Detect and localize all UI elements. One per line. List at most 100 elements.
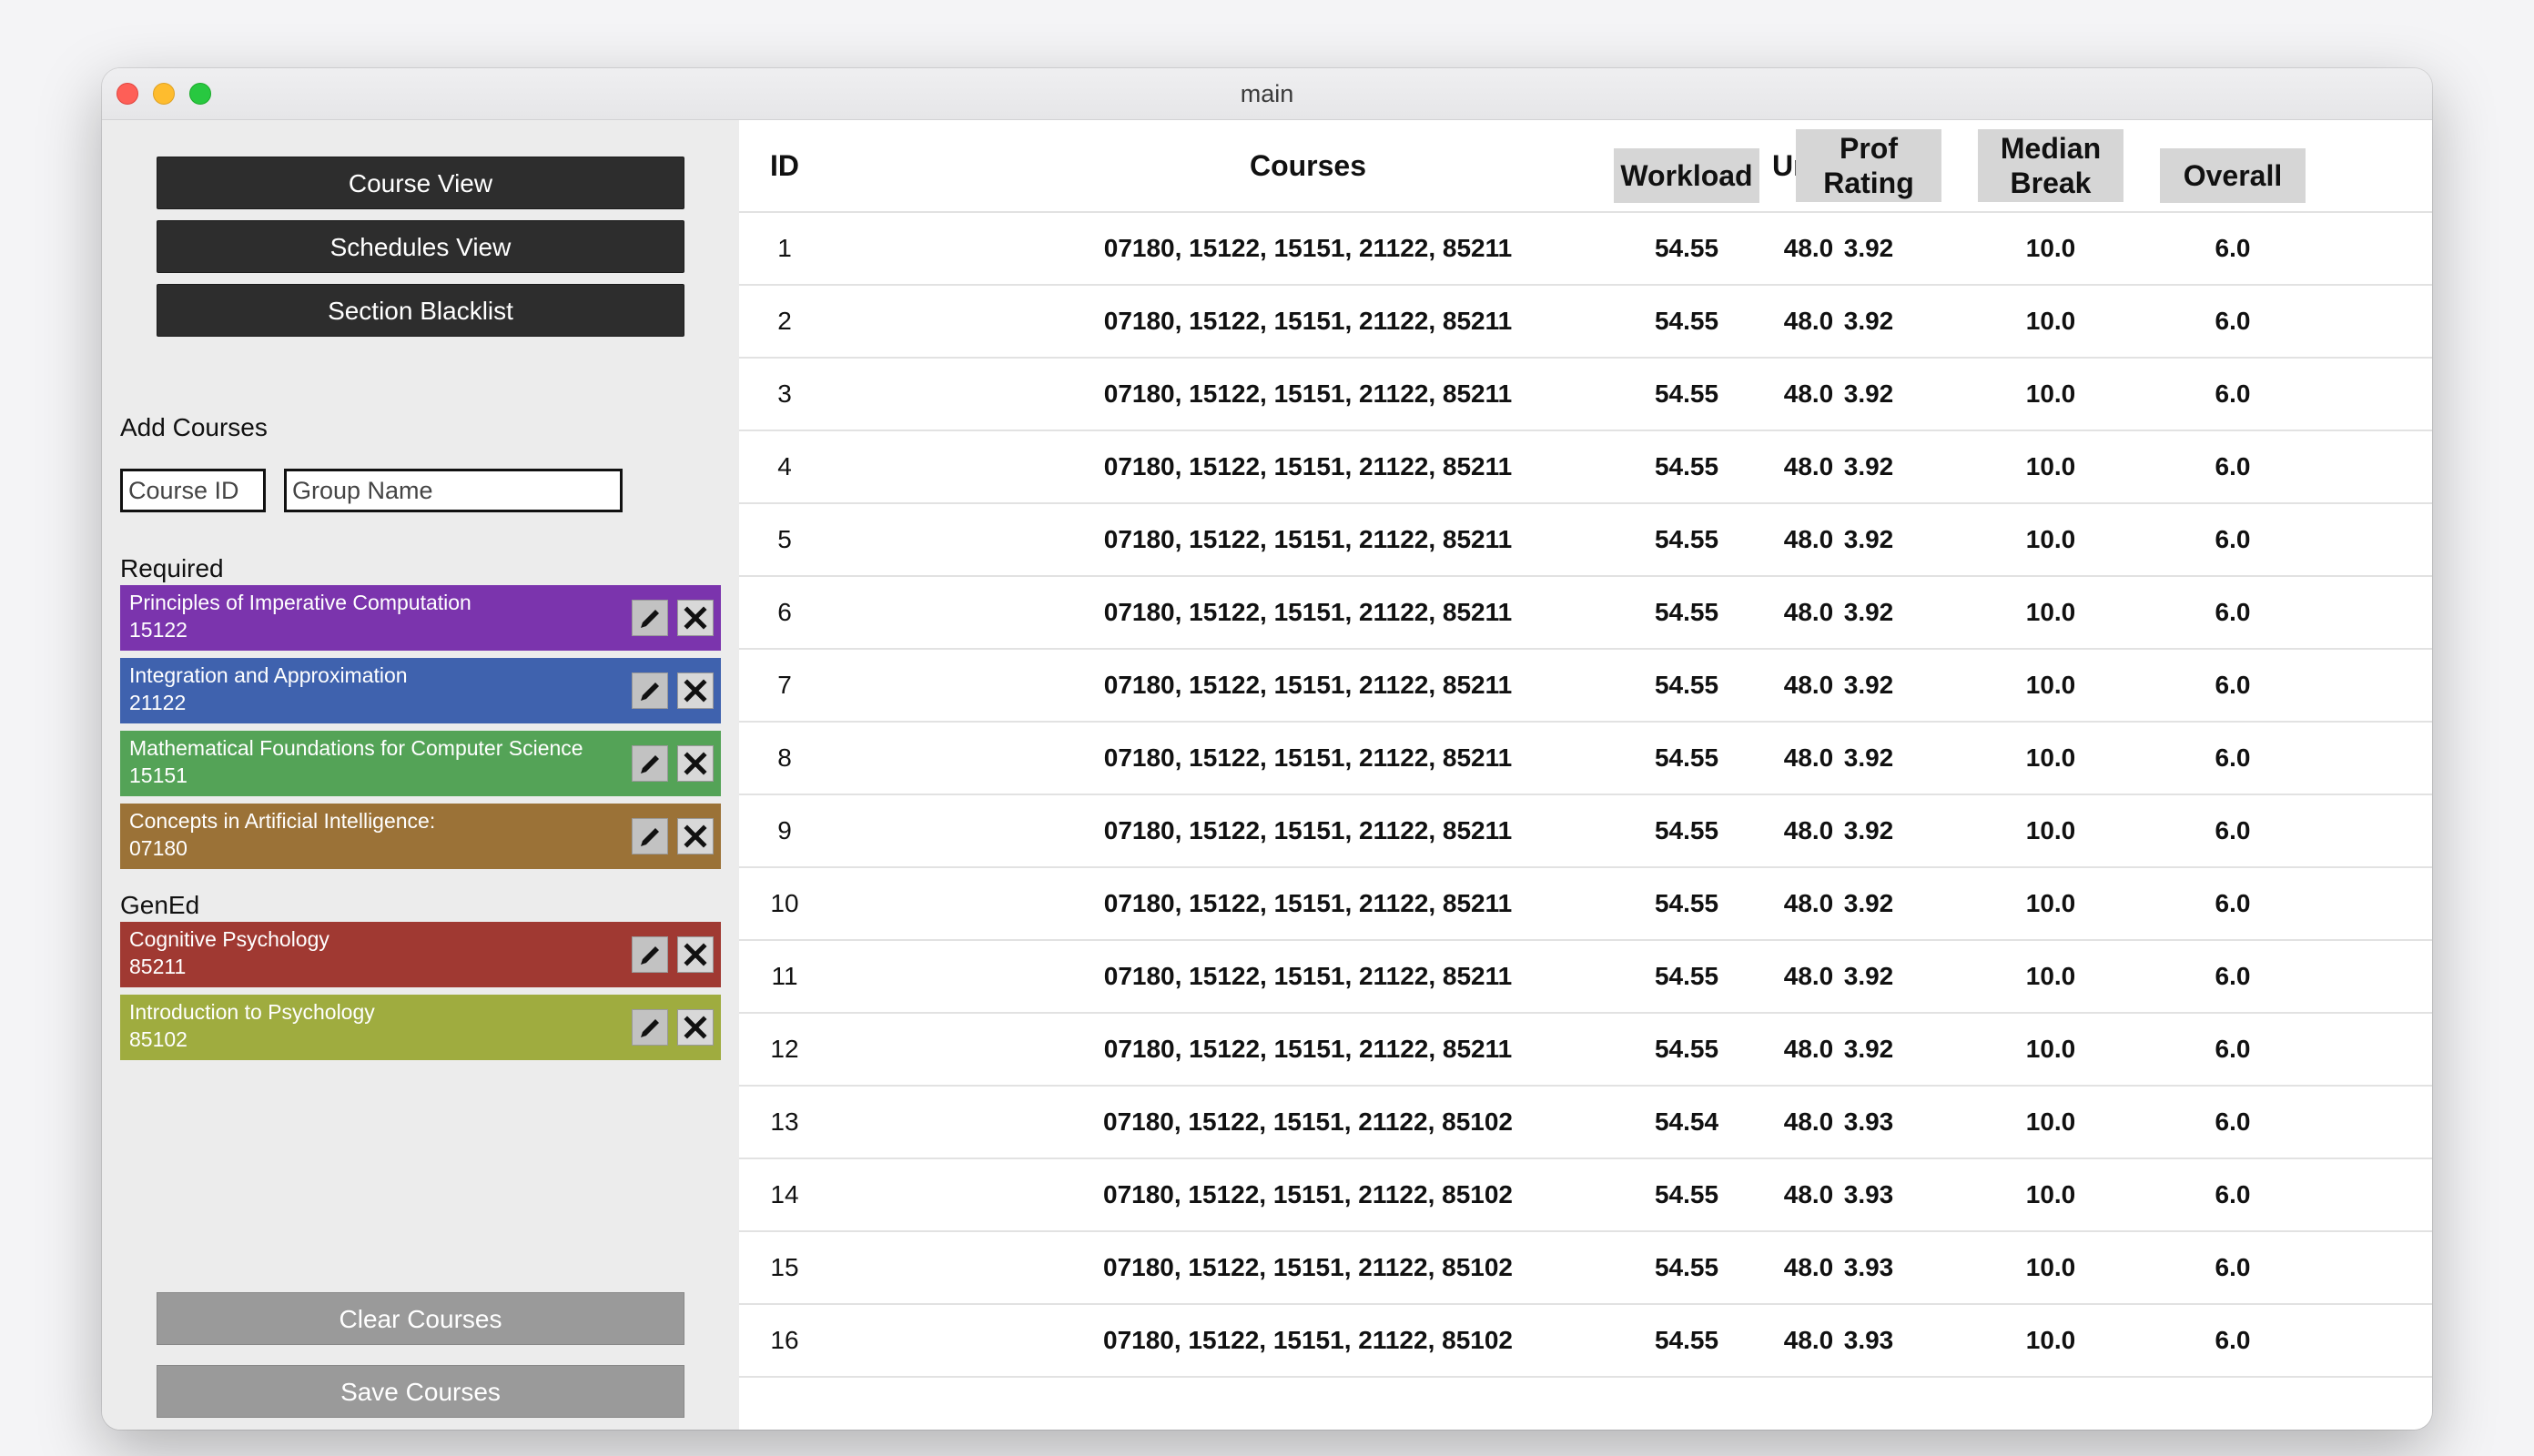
cell-overall: 6.0 (2215, 379, 2251, 408)
course-card[interactable]: Principles of Imperative Computation 1512… (120, 585, 721, 651)
cell-prof-rating: 3.93 (1843, 1253, 1894, 1281)
cell-median-break: 10.0 (2025, 1326, 2076, 1354)
course-view-button[interactable]: Course View (157, 157, 684, 209)
table-row[interactable]: 2 07180, 15122, 15151, 21122, 85211 48.0 54… (739, 284, 2432, 357)
cell-courses: 07180, 15122, 15151, 21122, 85102 (1103, 1180, 1513, 1208)
remove-course-button[interactable] (677, 936, 714, 973)
cell-median-break: 10.0 (2025, 1180, 2076, 1208)
table-row[interactable]: 3 07180, 15122, 15151, 21122, 85211 48.0 54… (739, 357, 2432, 430)
table-bottom-border (739, 1376, 2432, 1378)
edit-course-button[interactable] (632, 672, 668, 709)
course-name: Integration and Approximation (129, 663, 408, 687)
cell-median-break: 10.0 (2025, 889, 2076, 917)
cell-prof-rating: 3.92 (1843, 598, 1894, 626)
cell-workload: 54.55 (1654, 743, 1719, 772)
remove-course-button[interactable] (677, 672, 714, 709)
cell-overall: 6.0 (2215, 743, 2251, 772)
cell-courses: 07180, 15122, 15151, 21122, 85211 (1103, 234, 1513, 262)
remove-course-button[interactable] (677, 818, 714, 854)
cell-workload: 54.55 (1654, 234, 1719, 262)
cell-overall: 6.0 (2215, 1253, 2251, 1281)
cell-id: 7 (777, 671, 792, 699)
cell-id: 10 (770, 889, 799, 917)
table-row[interactable]: 5 07180, 15122, 15151, 21122, 85211 48.0 54… (739, 502, 2432, 575)
edit-course-button[interactable] (632, 745, 668, 782)
edit-course-button[interactable] (632, 1009, 668, 1046)
cell-workload: 54.55 (1654, 1180, 1719, 1208)
course-card[interactable]: Mathematical Foundations for Computer Sc… (120, 731, 721, 796)
cell-overall: 6.0 (2215, 1107, 2251, 1136)
table-row[interactable]: 14 07180, 15122, 15151, 21122, 85102 48.0 5… (739, 1158, 2432, 1230)
remove-course-button[interactable] (677, 1009, 714, 1046)
cell-id: 8 (777, 743, 792, 772)
clear-courses-button[interactable]: Clear Courses (157, 1292, 684, 1345)
group-label-gened: GenEd (120, 891, 200, 919)
cell-median-break: 10.0 (2025, 452, 2076, 480)
header-workload[interactable]: Workload (1614, 148, 1759, 203)
table-row[interactable]: 15 07180, 15122, 15151, 21122, 85102 48.0 5… (739, 1230, 2432, 1303)
table-row[interactable]: 16 07180, 15122, 15151, 21122, 85102 48.0 5… (739, 1303, 2432, 1376)
remove-course-button[interactable] (677, 745, 714, 782)
cell-courses: 07180, 15122, 15151, 21122, 85211 (1103, 525, 1513, 553)
course-id: 15151 (129, 763, 188, 787)
cell-workload: 54.55 (1654, 525, 1719, 553)
cell-overall: 6.0 (2215, 962, 2251, 990)
course-id: 21122 (129, 691, 187, 714)
section-blacklist-button[interactable]: Section Blacklist (157, 284, 684, 337)
cell-median-break: 10.0 (2025, 525, 2076, 553)
cell-id: 15 (770, 1253, 799, 1281)
group-name-input[interactable] (284, 469, 623, 512)
cell-workload: 54.55 (1654, 598, 1719, 626)
save-courses-button[interactable]: Save Courses (157, 1365, 684, 1418)
course-id-input[interactable] (120, 469, 266, 512)
header-id[interactable]: ID (757, 148, 812, 183)
schedules-view-button[interactable]: Schedules View (157, 220, 684, 273)
remove-course-button[interactable] (677, 600, 714, 636)
table-row[interactable]: 8 07180, 15122, 15151, 21122, 85211 48.0 54… (739, 721, 2432, 794)
cell-workload: 54.55 (1654, 1326, 1719, 1354)
table-row[interactable]: 10 07180, 15122, 15151, 21122, 85211 48.0 5… (739, 866, 2432, 939)
cell-workload: 54.55 (1654, 379, 1719, 408)
cell-workload: 54.55 (1654, 889, 1719, 917)
cell-prof-rating: 3.93 (1843, 1107, 1894, 1136)
header-overall[interactable]: Overall (2160, 148, 2306, 203)
table-row[interactable]: 9 07180, 15122, 15151, 21122, 85211 48.0 54… (739, 794, 2432, 866)
title-bar: main (102, 68, 2432, 120)
course-id: 85211 (129, 955, 187, 978)
cell-median-break: 10.0 (2025, 379, 2076, 408)
course-card[interactable]: Integration and Approximation 21122 (120, 658, 721, 723)
cell-median-break: 10.0 (2025, 671, 2076, 699)
course-card[interactable]: Cognitive Psychology 85211 (120, 922, 721, 987)
cell-median-break: 10.0 (2025, 1035, 2076, 1063)
table-row[interactable]: 7 07180, 15122, 15151, 21122, 85211 48.0 54… (739, 648, 2432, 721)
cell-median-break: 10.0 (2025, 1107, 2076, 1136)
table-row[interactable]: 12 07180, 15122, 15151, 21122, 85211 48.0 5… (739, 1012, 2432, 1085)
cell-overall: 6.0 (2215, 1180, 2251, 1208)
header-courses[interactable]: Courses (921, 148, 1695, 183)
table-row[interactable]: 11 07180, 15122, 15151, 21122, 85211 48.0 5… (739, 939, 2432, 1012)
cell-prof-rating: 3.92 (1843, 671, 1894, 699)
cell-courses: 07180, 15122, 15151, 21122, 85211 (1103, 598, 1513, 626)
header-workload-label: Workload (1620, 159, 1753, 192)
cell-median-break: 10.0 (2025, 743, 2076, 772)
table-row[interactable]: 4 07180, 15122, 15151, 21122, 85211 48.0 54… (739, 430, 2432, 502)
cell-overall: 6.0 (2215, 452, 2251, 480)
cell-courses: 07180, 15122, 15151, 21122, 85102 (1103, 1326, 1513, 1354)
table-header: ID Courses Units Workload Prof Rating Me… (739, 120, 2432, 211)
edit-course-button[interactable] (632, 818, 668, 854)
course-card[interactable]: Introduction to Psychology 85102 (120, 995, 721, 1060)
group-label-required: Required (120, 554, 224, 582)
course-card[interactable]: Concepts in Artificial Intelligence: 0718… (120, 804, 721, 869)
cell-overall: 6.0 (2215, 816, 2251, 844)
table-row[interactable]: 1 07180, 15122, 15151, 21122, 85211 48.0 54… (739, 211, 2432, 284)
edit-course-button[interactable] (632, 936, 668, 973)
table-row[interactable]: 13 07180, 15122, 15151, 21122, 85102 48.0 5… (739, 1085, 2432, 1158)
cell-median-break: 10.0 (2025, 962, 2076, 990)
edit-course-button[interactable] (632, 600, 668, 636)
cell-workload: 54.55 (1654, 962, 1719, 990)
cell-id: 11 (771, 962, 798, 990)
header-prof-rating-label: Prof Rating (1823, 132, 1914, 199)
table-row[interactable]: 6 07180, 15122, 15151, 21122, 85211 48.0 54… (739, 575, 2432, 648)
header-median-break[interactable]: Median Break (1978, 129, 2123, 202)
header-prof-rating[interactable]: Prof Rating (1796, 129, 1941, 202)
